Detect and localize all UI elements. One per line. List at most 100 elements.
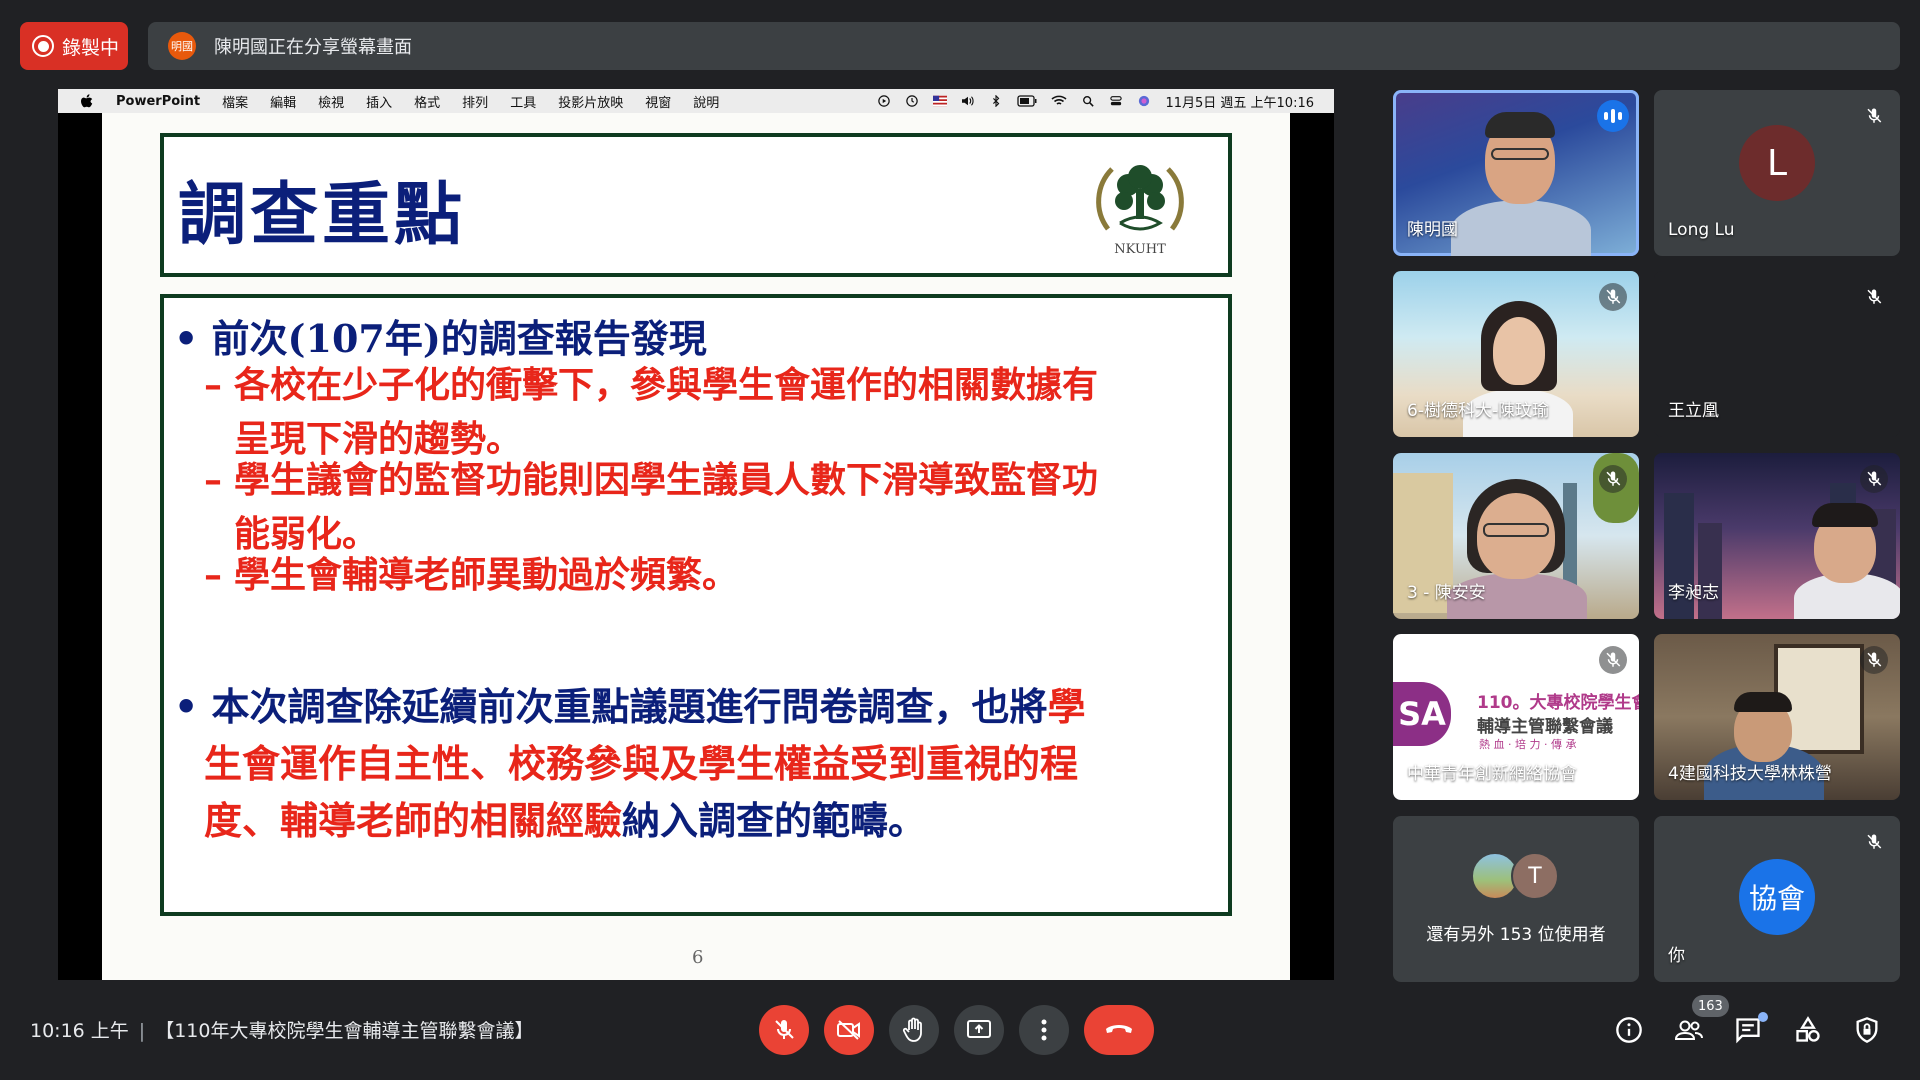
leave-call-button[interactable]: [1084, 1005, 1154, 1055]
control-center-icon[interactable]: [1109, 95, 1123, 107]
menubar-edit[interactable]: 編輯: [270, 92, 296, 111]
recording-label: 錄製中: [62, 36, 120, 59]
play-icon[interactable]: [877, 95, 891, 107]
other-participants-avatars: T: [1471, 852, 1559, 900]
hang-up-icon: [1106, 1025, 1132, 1033]
slide-subbullet-2: – 學生議會的監督功能則因學生議員人數下滑導致監督功 能弱化。: [204, 453, 1099, 561]
slide-subbullet-3: – 學生會輔導老師異動過於頻繁。: [204, 548, 739, 602]
presentation-slide: 調查重點 NKUHT • 前次(107年)的調查報告發現 – 各校在少子化的衝擊…: [102, 113, 1290, 980]
mic-off-icon: [1599, 283, 1627, 311]
participant-tile-presenter[interactable]: 陳明國: [1393, 90, 1639, 256]
mac-menubar: PowerPoint 檔案 編輯 檢視 插入 格式 排列 工具 投影片放映 視窗…: [58, 89, 1334, 113]
menubar-status-area: 11月5日 週五 上午10:16: [877, 92, 1334, 111]
participant-name: 陳明國: [1407, 220, 1458, 240]
participant-avatar: L: [1739, 125, 1815, 201]
toggle-mic-button[interactable]: [759, 1005, 809, 1055]
menubar-view[interactable]: 檢視: [318, 92, 344, 111]
university-logo: NKUHT: [1096, 165, 1184, 257]
bullet-2-line-2: 生會運作自主性、校務參與及學生權益受到重視的程: [204, 741, 1079, 786]
camera-off-icon: [837, 1020, 860, 1040]
spotlight-icon[interactable]: [1081, 95, 1095, 107]
people-icon: [1674, 1020, 1703, 1040]
participant-tile-3[interactable]: 6-樹德科大-陳玟瑜: [1393, 271, 1639, 437]
menubar-insert[interactable]: 插入: [366, 92, 392, 111]
presenter-avatar: 明國: [168, 32, 196, 60]
subbullet-dash: –: [204, 554, 222, 596]
activities-button[interactable]: [1791, 1013, 1825, 1047]
other-participants-text: 還有另外 153 位使用者: [1426, 925, 1606, 945]
menubar-file[interactable]: 檔案: [222, 92, 248, 111]
chat-icon: [1736, 1018, 1760, 1044]
meeting-time: 10:16 上午: [30, 1020, 129, 1042]
subbullet-3-line-1: 學生會輔導老師異動過於頻繁。: [234, 554, 739, 596]
menubar-format[interactable]: 格式: [414, 92, 440, 111]
menubar-app-name[interactable]: PowerPoint: [116, 94, 200, 109]
participant-tile-others[interactable]: T 還有另外 153 位使用者: [1393, 816, 1639, 982]
screen-share-banner: 明國 陳明國正在分享螢幕畫面: [148, 22, 1900, 70]
bullet-2-line-3-blue: 納入調查的範疇。: [622, 798, 927, 843]
mic-off-icon: [1860, 283, 1888, 311]
menubar-slideshow[interactable]: 投影片放映: [558, 92, 623, 111]
participant-tile-self[interactable]: 協會 你: [1654, 816, 1900, 982]
participant-name: 3 - 陳安安: [1407, 583, 1486, 603]
more-options-button[interactable]: [1019, 1005, 1069, 1055]
bullet-2-line-1-blue: • 本次調查除延續前次重點議題進行問卷調查，也將: [174, 684, 1048, 729]
menubar-window[interactable]: 視窗: [645, 92, 671, 111]
participant-name: 6-樹德科大-陳玟瑜: [1407, 401, 1550, 421]
bluetooth-icon[interactable]: [989, 95, 1003, 107]
people-button[interactable]: [1672, 1013, 1706, 1047]
meeting-info: 10:16 上午 | 【110年大專校院學生會輔導主管聯繫會議】: [30, 1016, 533, 1043]
present-screen-button[interactable]: [954, 1005, 1004, 1055]
slide-page-number: 6: [692, 947, 704, 968]
shared-screen: PowerPoint 檔案 編輯 檢視 插入 格式 排列 工具 投影片放映 視窗…: [58, 89, 1334, 980]
toggle-camera-button[interactable]: [824, 1005, 874, 1055]
sa-logo: SA: [1393, 682, 1451, 746]
mic-off-icon: [775, 1020, 794, 1039]
bullet-2-line-1-red: 學: [1047, 684, 1086, 729]
screen-share-text: 陳明國正在分享螢幕畫面: [214, 37, 412, 58]
meeting-details-button[interactable]: [1612, 1013, 1646, 1047]
more-vert-icon: [1041, 1019, 1047, 1041]
wifi-icon[interactable]: [1051, 95, 1067, 107]
menubar-arrange[interactable]: 排列: [462, 92, 488, 111]
raise-hand-button[interactable]: [889, 1005, 939, 1055]
menubar-tools[interactable]: 工具: [510, 92, 536, 111]
participant-tile-4[interactable]: 王立凰: [1654, 271, 1900, 437]
recording-badge[interactable]: 錄製中: [20, 22, 128, 70]
mic-off-icon: [1599, 646, 1627, 674]
participant-tile-5[interactable]: 3 - 陳安安: [1393, 453, 1639, 619]
participant-tile-6[interactable]: 李昶志: [1654, 453, 1900, 619]
slide-subbullet-1: – 各校在少子化的衝擊下，參與學生會運作的相關數據有 呈現下滑的趨勢。: [204, 358, 1098, 466]
mic-off-icon: [1860, 465, 1888, 493]
info-icon: [1616, 1017, 1642, 1043]
speaking-indicator-icon: [1597, 100, 1629, 132]
subbullet-dash: –: [204, 364, 222, 406]
participant-tile-7[interactable]: SA 110。大專校院學生會 輔導主管聯繫會議 熱 血 · 培 力 · 傳 承 …: [1393, 634, 1639, 800]
hand-icon: [902, 1017, 922, 1042]
participant-name: 李昶志: [1668, 583, 1719, 603]
subbullet-dash: –: [204, 459, 222, 501]
shapes-icon: [1796, 1016, 1820, 1042]
meeting-title[interactable]: 【110年大專校院學生會輔導主管聯繫會議】: [155, 1020, 533, 1042]
chat-unread-indicator: [1758, 1012, 1768, 1022]
participant-count-badge: 163: [1692, 995, 1729, 1017]
volume-icon[interactable]: [961, 95, 975, 107]
siri-icon[interactable]: [1137, 95, 1151, 107]
banner-subtitle: 輔導主管聯繫會議: [1477, 717, 1613, 737]
banner-motto: 熱 血 · 培 力 · 傳 承: [1479, 738, 1577, 751]
timemachine-icon[interactable]: [905, 95, 919, 107]
meeting-separator: |: [138, 1020, 146, 1042]
mic-off-icon: [1860, 646, 1888, 674]
participant-tile-long-lu[interactable]: L Long Lu: [1654, 90, 1900, 256]
slide-bullet-2: • 本次調查除延續前次重點議題進行問卷調查，也將學 生會運作自主性、校務參與及學…: [174, 678, 1086, 849]
menubar-help[interactable]: 說明: [693, 92, 719, 111]
participant-tile-8[interactable]: 4建國科技大學林株營: [1654, 634, 1900, 800]
present-icon: [967, 1020, 991, 1038]
battery-icon[interactable]: [1017, 95, 1037, 107]
host-controls-button[interactable]: [1850, 1013, 1884, 1047]
subbullet-2-line-1: 學生議會的監督功能則因學生議員人數下滑導致監督功: [234, 459, 1099, 501]
participant-name: Long Lu: [1668, 220, 1735, 240]
mic-off-icon: [1599, 465, 1627, 493]
menubar-clock[interactable]: 11月5日 週五 上午10:16: [1165, 92, 1314, 111]
us-flag-icon[interactable]: [933, 95, 948, 107]
